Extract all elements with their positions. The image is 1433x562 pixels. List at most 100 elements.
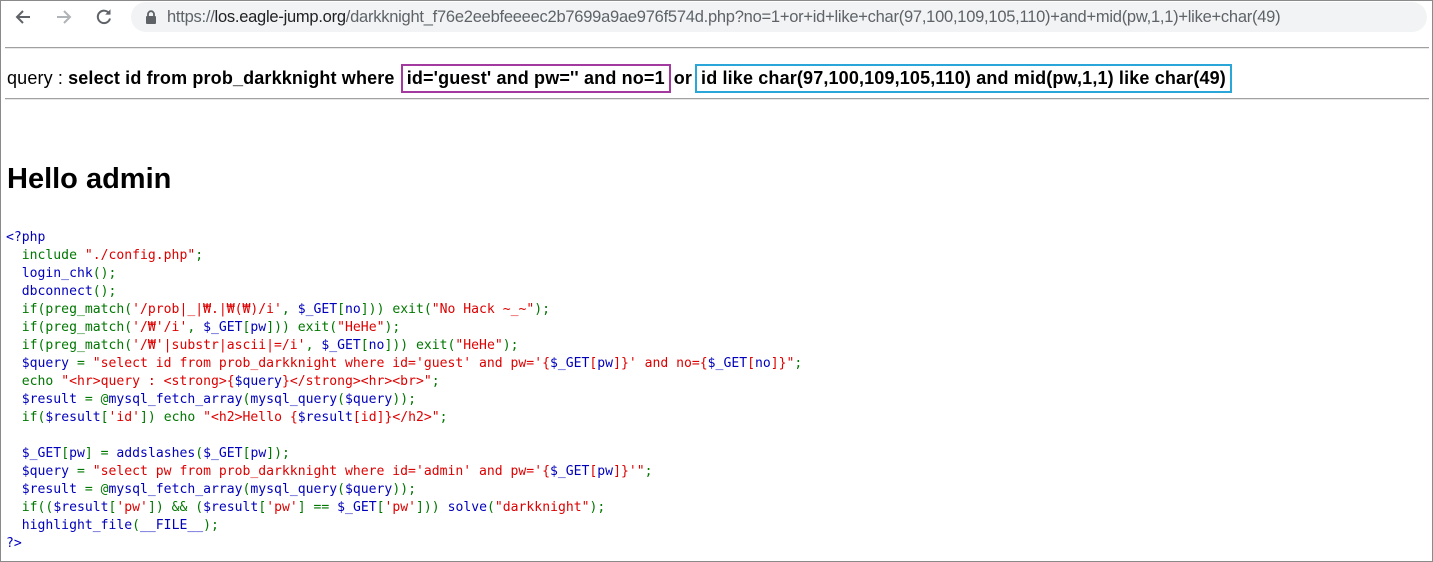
code-token: $_GET — [203, 446, 243, 461]
code-token: ]}" — [770, 356, 795, 371]
code-token: $_GET — [707, 356, 748, 371]
code-token: = — [76, 356, 93, 371]
code-token: "select pw from prob_darkknight where id… — [92, 464, 550, 479]
code-token: ( — [132, 518, 141, 533]
code-token: ); — [534, 302, 551, 317]
code-token: "HeHe" — [455, 338, 503, 353]
code-token: (); — [92, 284, 117, 299]
code-token: $_GET — [203, 320, 243, 335]
php-source-code: <?php include "./config.php"; login_chk(… — [6, 229, 802, 553]
code-line: $result = @mysql_fetch_array (mysql_query… — [6, 481, 802, 499]
code-token: $_GET — [321, 338, 361, 353]
code-token: )); — [392, 482, 416, 497]
code-line: if(preg_match('/₩'|substr|ascii|=/i', $_… — [6, 337, 802, 355]
code-token: )); — [392, 392, 416, 407]
code-token: if(preg_match( — [6, 320, 133, 335]
code-token: echo — [6, 374, 62, 389]
code-token: "<hr>query : <strong>{ — [61, 374, 235, 389]
code-token: "No Hack ~_~" — [431, 302, 535, 317]
code-token: = @ — [84, 482, 109, 497]
code-token: $result — [203, 500, 259, 515]
code-token: if( — [6, 410, 46, 425]
code-token: '/₩'|substr|ascii|=/i' — [132, 338, 306, 353]
code-line: $_GET[pw] = addslashes($_GET[pw]); — [6, 445, 802, 463]
lock-icon — [145, 10, 167, 24]
code-token: $result — [45, 410, 101, 425]
code-token: [ — [747, 356, 755, 371]
code-token: ( — [487, 500, 495, 515]
code-token: pw — [597, 464, 614, 479]
code-token: "./config.php" — [84, 248, 196, 263]
code-token: [ — [61, 446, 70, 461]
code-token: mysql_fetch_array — [108, 392, 243, 407]
code-line: $result = @mysql_fetch_array (mysql_query… — [6, 391, 802, 409]
code-token: pw — [250, 446, 267, 461]
code-token: = @ — [84, 392, 109, 407]
code-token: $query — [345, 392, 393, 407]
code-token: $query — [234, 374, 282, 389]
code-token: ]}' and no={ — [613, 356, 708, 371]
code-token: $result — [6, 392, 85, 407]
query-or: or — [673, 67, 693, 88]
code-token: $_GET — [337, 500, 377, 515]
code-token: ?> — [6, 536, 22, 551]
code-token: ( — [195, 446, 204, 461]
address-bar[interactable]: https://los.eagle-jump.org/darkknight_f7… — [131, 2, 1427, 32]
reload-button[interactable] — [91, 4, 117, 30]
code-token: dbconnect — [6, 284, 93, 299]
back-button[interactable] — [10, 4, 36, 30]
code-token: ( — [337, 392, 346, 407]
code-token: mysql_query — [250, 392, 338, 407]
hello-heading: Hello admin — [7, 163, 172, 195]
code-line: dbconnect(); — [6, 283, 802, 301]
code-token: pw — [250, 320, 267, 335]
code-token: __FILE__ — [140, 518, 204, 533]
code-token: ]) && ( — [147, 500, 204, 515]
code-token: ]}'" — [613, 464, 645, 479]
code-token: ); — [203, 518, 219, 533]
code-token: ; — [644, 464, 653, 479]
address-url[interactable]: https://los.eagle-jump.org/darkknight_f7… — [167, 7, 1281, 27]
code-token: $_GET — [549, 464, 590, 479]
code-line: login_chk(); — [6, 265, 802, 283]
url-scheme: https:// — [167, 7, 215, 26]
url-path: /darkknight_f76e2eebfeeeec2b7699a9ae976f… — [345, 7, 1281, 26]
code-line: $query = "select id from prob_darkknight… — [6, 355, 803, 373]
code-token: $_GET — [297, 302, 338, 317]
code-token: ; — [794, 356, 803, 371]
code-line: include "./config.php"; — [6, 247, 802, 265]
code-token: $_GET — [6, 446, 62, 461]
code-token: $result — [297, 410, 353, 425]
code-token: ] = — [84, 446, 117, 461]
code-token: ])) — [416, 500, 448, 515]
code-token: include — [6, 248, 85, 263]
code-token: ( — [337, 482, 346, 497]
code-token: 'pw' — [384, 500, 417, 515]
code-token: [id]}</h2>" — [352, 410, 440, 425]
code-token: }</strong><hr><br>" — [281, 374, 432, 389]
code-token: mysql_query — [250, 482, 338, 497]
code-token: ] == — [297, 500, 338, 515]
code-token: $result — [53, 500, 109, 515]
code-line: if(preg_match('/₩'/i', $_GET[pw])) exit(… — [6, 319, 802, 337]
code-token: solve — [447, 500, 487, 515]
code-line: if(preg_match('/prob|_|₩.|₩(₩)/i', $_GET… — [6, 301, 802, 319]
code-token: $result — [6, 482, 85, 497]
page-content: query : select id from prob_darkknight w… — [1, 33, 1432, 561]
forward-arrow-icon — [57, 10, 72, 24]
forward-button[interactable] — [51, 4, 77, 30]
code-token: ; — [439, 410, 448, 425]
code-token: [ — [337, 302, 346, 317]
code-token: login_chk — [6, 266, 93, 281]
code-line: if(($result['pw']) && ($result['pw'] == … — [6, 499, 802, 517]
code-token: , — [281, 302, 298, 317]
code-token: ; — [195, 248, 204, 263]
code-token: "select id from prob_darkknight where id… — [92, 356, 550, 371]
code-token: if(( — [6, 500, 54, 515]
code-token: ); — [502, 338, 519, 353]
bottom-divider — [5, 98, 1429, 100]
query-prefix: select id from prob_darkknight where — [68, 67, 400, 88]
query-label: query : — [7, 67, 64, 88]
code-line: $query = "select pw from prob_darkknight… — [6, 463, 802, 481]
